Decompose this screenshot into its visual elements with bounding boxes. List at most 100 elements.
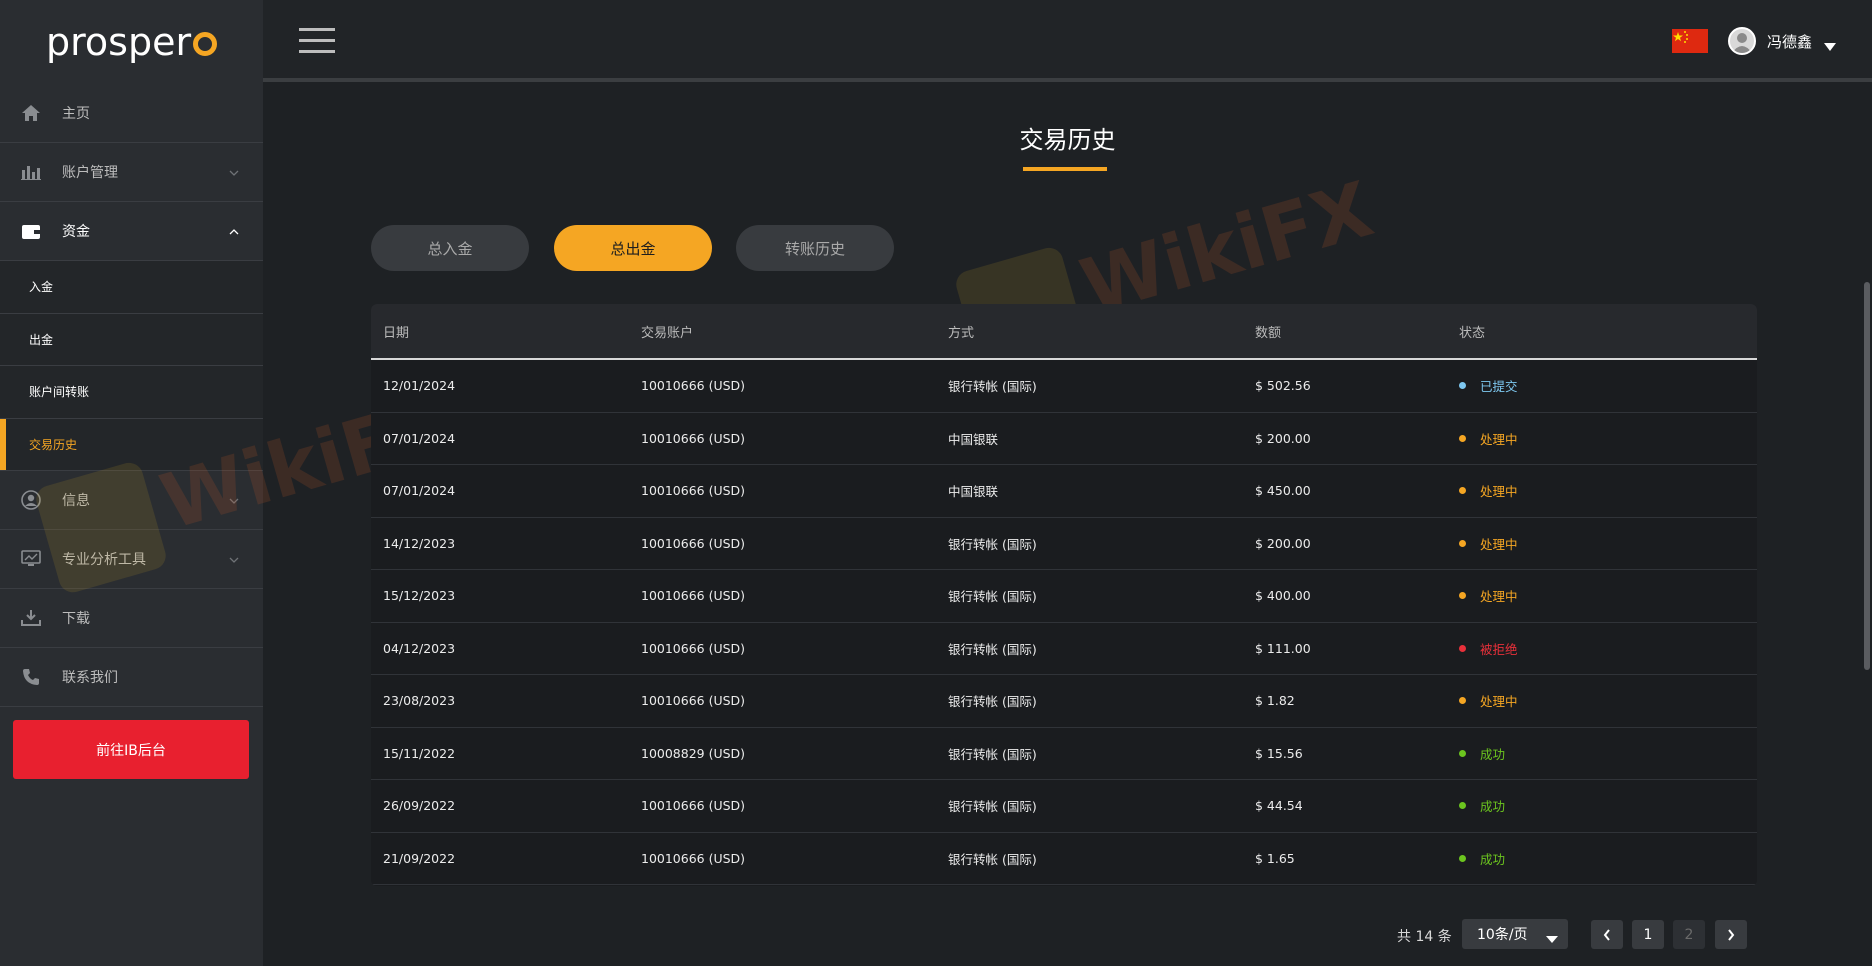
sidebar-item-label: 账户管理 bbox=[62, 165, 118, 181]
tab-total-withdrawal[interactable]: 总出金 bbox=[554, 225, 712, 271]
logo-ring-icon bbox=[193, 32, 218, 56]
page-2-button[interactable]: 2 bbox=[1673, 920, 1705, 949]
sidebar-item-account-management[interactable]: 账户管理 bbox=[0, 143, 263, 202]
logo-text: prosper bbox=[46, 20, 192, 64]
cell-date: 23/08/2023 bbox=[383, 693, 456, 709]
wallet-icon bbox=[20, 220, 42, 242]
cell-status: 处理中 bbox=[1447, 429, 1757, 448]
table-row: 07/01/2024 10010666 (USD) 中国银联 $ 450.00 处理中 bbox=[371, 465, 1757, 518]
menu-toggle-icon[interactable] bbox=[299, 28, 335, 54]
cell-date: 07/01/2024 bbox=[383, 483, 456, 499]
sidebar-item-funds[interactable]: 资金 bbox=[0, 202, 263, 261]
tab-transfer-history[interactable]: 转账历史 bbox=[736, 225, 894, 271]
chevron-down-icon bbox=[229, 492, 239, 508]
cell-amount: $ 1.82 bbox=[1255, 693, 1295, 709]
prosper-logo[interactable]: prosper bbox=[0, 0, 263, 84]
cell-amount: $ 111.00 bbox=[1255, 640, 1311, 656]
status-badge: 成功 bbox=[1480, 851, 1506, 867]
sidebar-subitem-label: 账户间转账 bbox=[29, 385, 90, 400]
cell-status: 成功 bbox=[1447, 796, 1757, 815]
china-flag-icon[interactable] bbox=[1672, 29, 1708, 53]
table-row: 26/09/2022 10010666 (USD) 银行转帐 (国际) $ 44.54… bbox=[371, 780, 1757, 833]
cell-method: 中国银联 bbox=[948, 431, 999, 447]
status-dot-icon bbox=[1459, 382, 1466, 390]
ib-backend-button[interactable]: 前往IB后台 bbox=[13, 720, 249, 779]
chevron-down-icon bbox=[229, 164, 239, 180]
sidebar-subitem-withdrawal[interactable]: 出金 bbox=[0, 313, 263, 366]
cell-status: 成功 bbox=[1447, 849, 1757, 868]
status-dot-icon bbox=[1459, 749, 1466, 757]
cell-method: 银行转帐 (国际) bbox=[948, 379, 1037, 395]
status-badge: 已提交 bbox=[1480, 379, 1518, 395]
status-badge: 成功 bbox=[1480, 799, 1506, 815]
sidebar-subitem-label: 入金 bbox=[29, 280, 54, 295]
history-table: 日期 交易账户 方式 数额 状态 12/01/2024 10010666 (USD… bbox=[371, 304, 1757, 886]
cell-account: 10008829 (USD) bbox=[641, 745, 746, 761]
cell-method: 银行转帐 (国际) bbox=[948, 694, 1037, 710]
download-icon bbox=[20, 607, 42, 629]
sidebar-item-download[interactable]: 下载 bbox=[0, 589, 263, 648]
sidebar-item-analysis-tools[interactable]: 专业分析工具 bbox=[0, 530, 263, 589]
cell-method: 银行转帐 (国际) bbox=[948, 851, 1037, 867]
scrollbar-thumb[interactable] bbox=[1864, 282, 1870, 670]
sidebar-subitem-label: 交易历史 bbox=[29, 437, 78, 452]
prev-page-button[interactable] bbox=[1591, 920, 1623, 949]
top-bar: 冯德鑫 bbox=[263, 0, 1872, 82]
cell-status: 被拒绝 bbox=[1447, 639, 1757, 658]
sidebar-item-home[interactable]: 主页 bbox=[0, 84, 263, 143]
column-header-amount[interactable]: 数额 bbox=[1243, 322, 1447, 341]
status-dot-icon bbox=[1459, 802, 1466, 810]
sidebar-item-contact[interactable]: 联系我们 bbox=[0, 648, 263, 707]
cell-status: 处理中 bbox=[1447, 481, 1757, 500]
sidebar-subitem-trade-history[interactable]: 交易历史 bbox=[0, 418, 263, 471]
pagination-total: 共 14 条 bbox=[1397, 929, 1452, 945]
status-badge: 处理中 bbox=[1480, 431, 1518, 447]
bar-chart-icon bbox=[20, 161, 42, 183]
sidebar-subitem-deposit[interactable]: 入金 bbox=[0, 261, 263, 314]
cell-date: 07/01/2024 bbox=[383, 430, 456, 446]
sidebar-item-label: 联系我们 bbox=[62, 670, 118, 686]
status-badge: 处理中 bbox=[1480, 589, 1518, 605]
cell-date: 15/11/2022 bbox=[383, 745, 456, 761]
sidebar-item-info[interactable]: 信息 bbox=[0, 471, 263, 530]
status-dot-icon bbox=[1459, 854, 1466, 862]
sidebar-item-label: 下载 bbox=[62, 611, 90, 627]
cell-date: 12/01/2024 bbox=[383, 378, 456, 394]
tab-total-deposit[interactable]: 总入金 bbox=[371, 225, 529, 271]
table-row: 04/12/2023 10010666 (USD) 银行转帐 (国际) $ 111.0… bbox=[371, 623, 1757, 675]
cell-account: 10010666 (USD) bbox=[641, 693, 746, 709]
chevron-left-icon bbox=[1603, 928, 1610, 941]
cell-account: 10010666 (USD) bbox=[641, 483, 746, 499]
cell-account: 10010666 (USD) bbox=[641, 430, 746, 446]
cell-amount: $ 1.65 bbox=[1255, 850, 1295, 866]
cell-status: 处理中 bbox=[1447, 534, 1757, 553]
column-header-date[interactable]: 日期 bbox=[371, 322, 629, 341]
sidebar-subitem-internal-transfer[interactable]: 账户间转账 bbox=[0, 366, 263, 419]
scrollbar[interactable] bbox=[1862, 86, 1872, 966]
column-header-status[interactable]: 状态 bbox=[1447, 322, 1757, 341]
status-badge: 处理中 bbox=[1480, 536, 1518, 552]
cell-amount: $ 200.00 bbox=[1255, 535, 1311, 551]
cell-method: 银行转帐 (国际) bbox=[948, 589, 1037, 605]
username[interactable]: 冯德鑫 bbox=[1767, 31, 1812, 52]
cell-amount: $ 450.00 bbox=[1255, 483, 1311, 499]
cell-amount: $ 200.00 bbox=[1255, 430, 1311, 446]
chevron-down-icon bbox=[229, 551, 239, 567]
caret-down-icon[interactable] bbox=[1824, 36, 1836, 55]
status-badge: 处理中 bbox=[1480, 484, 1518, 500]
column-header-method[interactable]: 方式 bbox=[936, 322, 1243, 341]
cell-account: 10010666 (USD) bbox=[641, 535, 746, 551]
phone-icon bbox=[20, 666, 42, 688]
page-title: 交易历史 bbox=[1019, 126, 1116, 154]
page-size-value: 10条/页 bbox=[1477, 927, 1528, 943]
status-badge: 成功 bbox=[1480, 746, 1506, 762]
page-1-button[interactable]: 1 bbox=[1632, 920, 1664, 949]
avatar[interactable] bbox=[1728, 27, 1756, 55]
cell-account: 10010666 (USD) bbox=[641, 640, 746, 656]
next-page-button[interactable] bbox=[1715, 920, 1747, 949]
table-row: 21/09/2022 10010666 (USD) 银行转帐 (国际) $ 1.65 成… bbox=[371, 833, 1757, 885]
status-badge: 处理中 bbox=[1480, 694, 1518, 710]
column-header-account[interactable]: 交易账户 bbox=[629, 322, 936, 341]
title-underline bbox=[1023, 167, 1107, 171]
page-size-select[interactable]: 10条/页 bbox=[1462, 919, 1568, 949]
